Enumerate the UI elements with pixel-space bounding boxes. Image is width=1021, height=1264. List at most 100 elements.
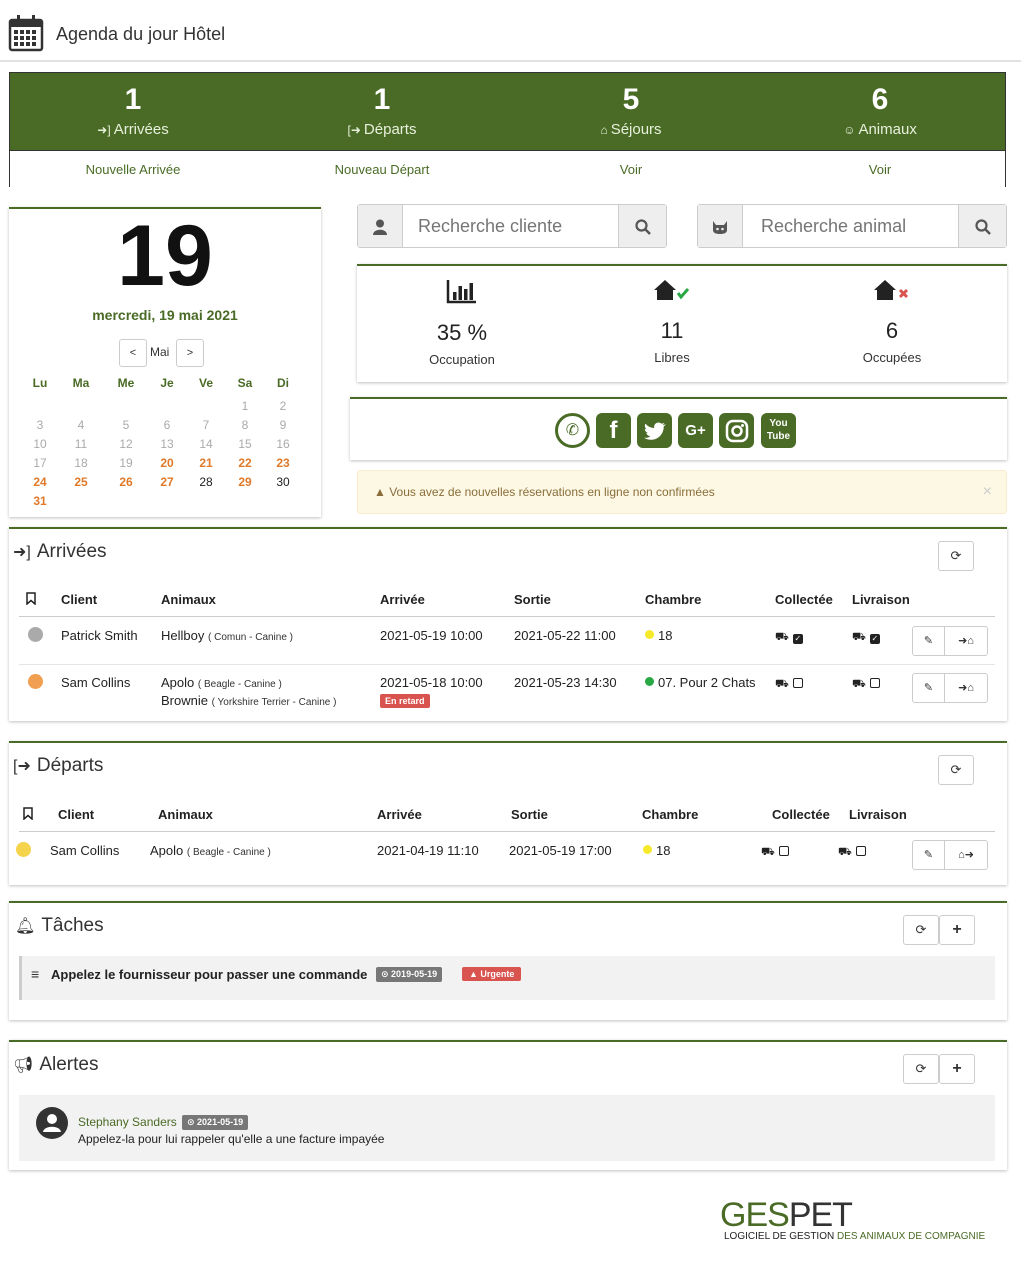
delivered-checkbox[interactable]: ⛟ bbox=[852, 675, 880, 692]
close-icon[interactable]: × bbox=[983, 483, 992, 501]
animal-search-input[interactable] bbox=[747, 205, 957, 247]
alert-author[interactable]: Stephany Sanders bbox=[78, 1115, 177, 1129]
home-check-icon bbox=[654, 280, 690, 300]
calendar-day[interactable]: 6 bbox=[152, 418, 182, 432]
alert-item[interactable]: Stephany Sanders ⊙ 2021-05-19 Appelez-la… bbox=[19, 1095, 995, 1161]
occupied-caption: Occupées bbox=[862, 350, 922, 365]
edit-icon[interactable]: ✎ bbox=[913, 841, 945, 869]
animal-search-button[interactable] bbox=[958, 205, 1006, 247]
edit-icon[interactable]: ✎ bbox=[913, 674, 945, 702]
facebook-icon[interactable]: f bbox=[596, 413, 631, 448]
social-bar: ✆ f G+ You Tube bbox=[350, 397, 1007, 460]
instagram-icon[interactable] bbox=[719, 413, 754, 448]
google-plus-icon[interactable]: G+ bbox=[678, 413, 713, 448]
arrival-date: 2021-04-19 11:10 bbox=[377, 843, 479, 858]
client-name[interactable]: Patrick Smith bbox=[61, 628, 138, 643]
calendar-day[interactable]: 27 bbox=[152, 475, 182, 489]
calendar-day[interactable]: 13 bbox=[152, 437, 182, 451]
page-title: Agenda du jour Hôtel bbox=[56, 24, 226, 44]
calendar-day[interactable]: 11 bbox=[66, 437, 96, 451]
calendar-day[interactable]: 2 bbox=[268, 399, 298, 413]
prev-month-button[interactable]: < bbox=[119, 339, 147, 367]
calendar-day[interactable]: 17 bbox=[25, 456, 55, 470]
calendar-day[interactable]: 7 bbox=[191, 418, 221, 432]
new-departure-link[interactable]: Nouveau Départ bbox=[259, 162, 505, 177]
room: 07. Pour 2 Chats bbox=[645, 675, 756, 690]
refresh-button[interactable]: ⟳ bbox=[938, 541, 974, 571]
calendar-day[interactable]: 12 bbox=[111, 437, 141, 451]
stat-number: 6 bbox=[871, 83, 889, 116]
task-date-badge: ⊙ 2019-05-19 bbox=[376, 967, 443, 982]
refresh-icon: ⟳ bbox=[950, 762, 962, 777]
calendar-day[interactable]: 15 bbox=[230, 437, 260, 451]
animal-name[interactable]: Apolo ( Beagle - Canine ) bbox=[150, 843, 271, 858]
view-stays-link[interactable]: Voir bbox=[508, 162, 754, 177]
check-in-icon[interactable]: ➜⌂ bbox=[945, 674, 987, 702]
truck-icon: ⛟ bbox=[852, 678, 866, 690]
animal-name[interactable]: Apolo ( Beagle - Canine ) bbox=[161, 675, 282, 690]
calendar-day[interactable]: 18 bbox=[66, 456, 96, 470]
free-value: 11 bbox=[660, 318, 684, 343]
refresh-button[interactable]: ⟳ bbox=[903, 1054, 939, 1084]
delivered-checkbox[interactable]: ⛟ bbox=[838, 843, 866, 860]
twitter-icon[interactable] bbox=[637, 413, 672, 448]
stat-arrivals[interactable]: 1 ➜] Arrivées bbox=[10, 73, 256, 138]
calendar-day[interactable]: 26 bbox=[111, 475, 141, 489]
check-out-icon[interactable]: ⌂➜ bbox=[945, 841, 987, 869]
youtube-icon[interactable]: You Tube bbox=[761, 413, 796, 448]
calendar-day[interactable]: 28 bbox=[191, 475, 221, 489]
collected-checkbox[interactable]: ⛟ bbox=[761, 843, 789, 860]
animal-name[interactable]: Brownie ( Yorkshire Terrier - Canine ) bbox=[161, 693, 336, 708]
calendar-day[interactable]: 31 bbox=[25, 494, 55, 508]
calendar-day[interactable]: 20 bbox=[152, 456, 182, 470]
client-search-input[interactable] bbox=[404, 205, 618, 247]
home-icon: ⌂ bbox=[600, 123, 608, 137]
client-search-button[interactable] bbox=[618, 205, 666, 247]
view-animals-link[interactable]: Voir bbox=[757, 162, 1003, 177]
calendar-day[interactable]: 25 bbox=[66, 475, 96, 489]
calendar-day[interactable]: 22 bbox=[230, 456, 260, 470]
occupancy-rate: 35 % Occupation bbox=[352, 266, 572, 367]
calendar-day[interactable]: 21 bbox=[191, 456, 221, 470]
add-alert-button[interactable]: + bbox=[939, 1054, 975, 1084]
animal-name[interactable]: Hellboy ( Comun - Canine ) bbox=[161, 628, 293, 643]
check-in-icon[interactable]: ➜⌂ bbox=[945, 627, 987, 655]
add-task-button[interactable]: + bbox=[939, 915, 975, 945]
calendar-day[interactable]: 16 bbox=[268, 437, 298, 451]
weekday-header: Di bbox=[277, 376, 289, 390]
calendar-day[interactable]: 4 bbox=[66, 418, 96, 432]
client-name[interactable]: Sam Collins bbox=[61, 675, 130, 690]
truck-icon: ⛟ bbox=[838, 846, 852, 858]
calendar-day[interactable]: 9 bbox=[268, 418, 298, 432]
refresh-button[interactable]: ⟳ bbox=[903, 915, 939, 945]
edit-icon[interactable]: ✎ bbox=[913, 627, 945, 655]
collected-checkbox[interactable]: ⛟ bbox=[775, 675, 803, 692]
calendar-day[interactable]: 24 bbox=[25, 475, 55, 489]
calendar-day[interactable]: 19 bbox=[111, 456, 141, 470]
next-month-button[interactable]: > bbox=[176, 339, 204, 367]
calendar-day[interactable]: 1 bbox=[230, 399, 260, 413]
delivered-checkbox[interactable]: ⛟ ✓ bbox=[852, 628, 880, 645]
task-item[interactable]: ≡ Appelez le fournisseur pour passer une… bbox=[19, 956, 995, 1000]
client-name[interactable]: Sam Collins bbox=[50, 843, 119, 858]
calendar-day[interactable]: 3 bbox=[25, 418, 55, 432]
calendar-day[interactable]: 30 bbox=[268, 475, 298, 489]
new-arrival-link[interactable]: Nouvelle Arrivée bbox=[10, 162, 256, 177]
calendar-day[interactable]: 5 bbox=[111, 418, 141, 432]
collected-checkbox[interactable]: ⛟ ✓ bbox=[775, 628, 803, 645]
calendar-day[interactable]: 23 bbox=[268, 456, 298, 470]
occupancy-value: 35 % bbox=[436, 320, 488, 345]
calendar-day[interactable]: 10 bbox=[25, 437, 55, 451]
stat-stays[interactable]: 5 ⌂ Séjours bbox=[508, 73, 754, 138]
stat-departures[interactable]: 1 [➜ Départs bbox=[259, 73, 505, 138]
calendar-day[interactable]: 8 bbox=[230, 418, 260, 432]
refresh-icon: ⟳ bbox=[950, 548, 962, 563]
cat-icon: ☺ bbox=[843, 123, 856, 137]
stat-animals[interactable]: 6 ☺ Animaux bbox=[757, 73, 1003, 138]
whatsapp-icon[interactable]: ✆ bbox=[555, 413, 590, 448]
refresh-button[interactable]: ⟳ bbox=[938, 755, 974, 785]
truck-icon: ⛟ bbox=[775, 678, 789, 690]
sign-out-icon: [➜ bbox=[347, 123, 361, 137]
calendar-day[interactable]: 29 bbox=[230, 475, 260, 489]
calendar-day[interactable]: 14 bbox=[191, 437, 221, 451]
